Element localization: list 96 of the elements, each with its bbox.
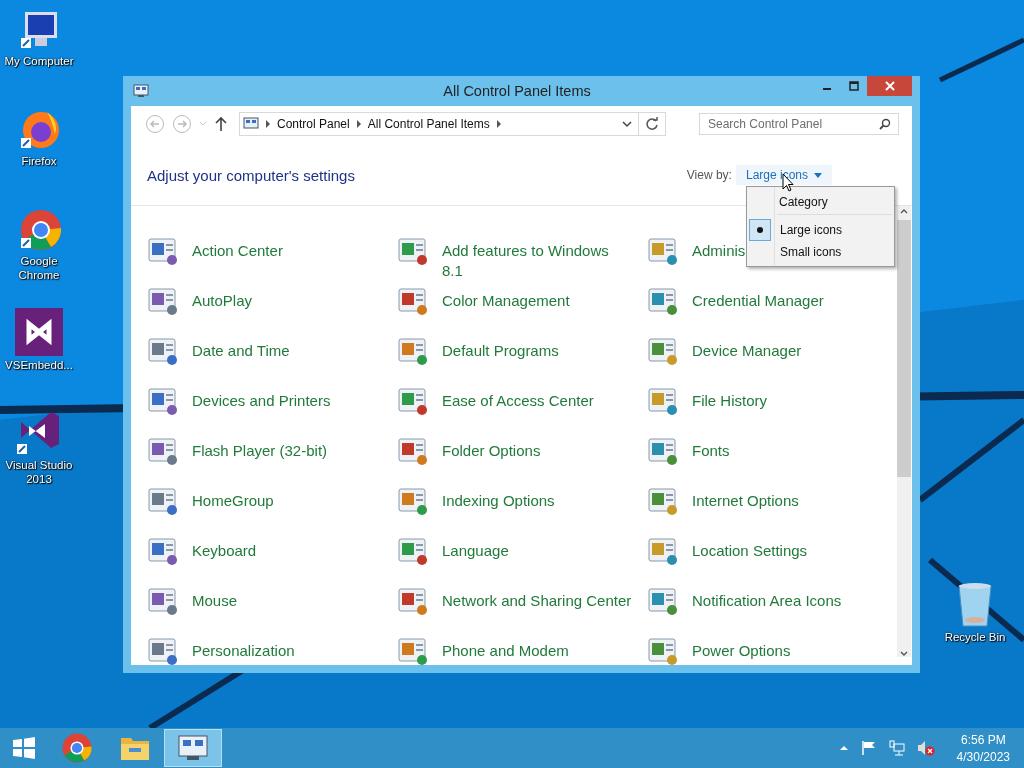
applet-icon[interactable] [647, 485, 679, 517]
desktop-icon-label[interactable]: VSEmbedd... [5, 358, 73, 373]
refresh-icon[interactable] [645, 117, 659, 131]
applet-icon[interactable] [397, 285, 429, 317]
control-panel-item[interactable]: Add features to Windows 8.1 [442, 241, 632, 281]
control-panel-item[interactable]: Date and Time [192, 341, 290, 361]
close-button[interactable] [867, 76, 912, 96]
control-panel-item[interactable]: Flash Player (32-bit) [192, 441, 328, 461]
applet-icon[interactable] [147, 585, 179, 617]
applet-icon[interactable] [147, 285, 179, 317]
caret-icon[interactable] [814, 172, 822, 178]
applet-icon[interactable] [147, 635, 179, 665]
control-panel-item[interactable]: Credential Manager [692, 291, 824, 311]
control-panel-icon[interactable] [177, 734, 209, 762]
breadcrumb[interactable]: All Control Panel Items [367, 117, 490, 131]
dropdown-caret-icon[interactable] [622, 120, 632, 128]
visual-studio-icon[interactable] [15, 308, 63, 356]
search-field[interactable]: Search Control Panel [699, 113, 899, 135]
clock-time[interactable]: 6:56 PM [960, 732, 1006, 747]
control-panel-item[interactable]: Action Center [192, 241, 283, 261]
desktop-icon-label[interactable]: Firefox [21, 154, 57, 169]
breadcrumb-arrow-icon[interactable] [355, 120, 362, 128]
window-title: All Control Panel Items [442, 83, 592, 99]
desktop-icon-label[interactable]: Google Chrome [0, 254, 78, 283]
applet-icon[interactable] [397, 235, 429, 267]
up-arrow-icon[interactable] [214, 116, 228, 132]
applet-icon[interactable] [147, 485, 179, 517]
control-panel-icon [243, 117, 259, 131]
applet-icon[interactable] [647, 285, 679, 317]
control-panel-item[interactable]: Mouse [192, 591, 238, 611]
control-panel-item[interactable]: HomeGroup [192, 491, 274, 511]
control-panel-item[interactable]: Keyboard [192, 541, 257, 561]
control-panel-item[interactable]: Default Programs [442, 341, 559, 361]
control-panel-item[interactable]: Device Manager [692, 341, 802, 361]
applet-icon[interactable] [397, 535, 429, 567]
control-panel-item[interactable]: Personalization [192, 641, 295, 661]
network-icon[interactable] [888, 740, 905, 756]
recycle-bin-icon[interactable] [955, 582, 995, 628]
show-hidden-icons-icon[interactable] [838, 745, 849, 751]
control-panel-item[interactable]: Power Options [692, 641, 791, 661]
control-panel-item[interactable]: File History [692, 391, 767, 411]
applet-icon[interactable] [647, 435, 679, 467]
control-panel-item[interactable]: Notification Area Icons [692, 591, 842, 611]
maximize-icon[interactable] [848, 81, 859, 91]
applet-icon[interactable] [397, 585, 429, 617]
applet-icon[interactable] [397, 335, 429, 367]
applet-icon[interactable] [647, 235, 679, 267]
clock-date[interactable]: 4/30/2023 [956, 749, 1010, 764]
control-panel-item[interactable]: Location Settings [692, 541, 808, 561]
applet-icon[interactable] [147, 335, 179, 367]
control-panel-item[interactable]: Phone and Modem [442, 641, 569, 661]
control-panel-item[interactable]: Internet Options [692, 491, 799, 511]
applet-icon[interactable] [647, 335, 679, 367]
address-bar[interactable]: Control Panel All Control Panel Items [239, 112, 666, 136]
applet-icon[interactable] [397, 435, 429, 467]
applet-icon[interactable] [147, 535, 179, 567]
applet-icon[interactable] [397, 485, 429, 517]
control-panel-item[interactable]: Network and Sharing Center [442, 591, 632, 611]
applet-icon[interactable] [397, 635, 429, 665]
breadcrumb-arrow-icon[interactable] [265, 120, 271, 128]
applet-icon[interactable] [647, 585, 679, 617]
applet-icon[interactable] [147, 435, 179, 467]
flag-icon[interactable] [860, 740, 877, 756]
menu-item[interactable]: Small icons [780, 245, 842, 259]
applet-icon[interactable] [147, 235, 179, 267]
close-icon[interactable] [884, 81, 895, 91]
scrollbar[interactable] [897, 206, 911, 657]
menu-item[interactable]: Category [779, 194, 828, 209]
applet-icon[interactable] [647, 385, 679, 417]
view-by-label: View by: [686, 168, 732, 182]
applet-icon[interactable] [397, 385, 429, 417]
control-panel-item[interactable]: Ease of Access Center [442, 391, 594, 411]
applet-icon[interactable] [147, 385, 179, 417]
applet-icon[interactable] [647, 635, 679, 665]
chrome-icon[interactable] [61, 732, 93, 764]
desktop-icon-label[interactable]: My Computer [4, 54, 74, 69]
control-panel-item[interactable]: AutoPlay [192, 291, 253, 311]
desktop-icon-label[interactable]: Recycle Bin [944, 630, 1006, 645]
search-icon[interactable] [879, 118, 891, 130]
breadcrumb-arrow-icon[interactable] [495, 120, 502, 128]
control-panel-item[interactable]: Adminis [692, 241, 746, 261]
page-heading: Adjust your computer's settings [147, 166, 356, 184]
control-panel-item[interactable]: Folder Options [442, 441, 541, 461]
breadcrumb[interactable]: Control Panel [277, 117, 350, 131]
desktop-icon-label[interactable]: Visual Studio 2013 [0, 458, 78, 487]
control-panel-item[interactable]: Fonts [692, 441, 730, 461]
control-panel-icon [133, 84, 149, 98]
applet-icon[interactable] [647, 535, 679, 567]
menu-item[interactable]: Large icons [780, 223, 843, 237]
control-panel-item[interactable]: Color Management [442, 291, 570, 311]
control-panel-item[interactable]: Devices and Printers [192, 391, 331, 411]
muted-speaker-icon[interactable] [916, 740, 935, 756]
control-panel-item[interactable]: Language [442, 541, 509, 561]
control-panel-item[interactable]: Indexing Options [442, 491, 555, 511]
control-panel-taskbar-button[interactable] [164, 729, 222, 767]
windows-logo-icon[interactable] [12, 736, 36, 760]
